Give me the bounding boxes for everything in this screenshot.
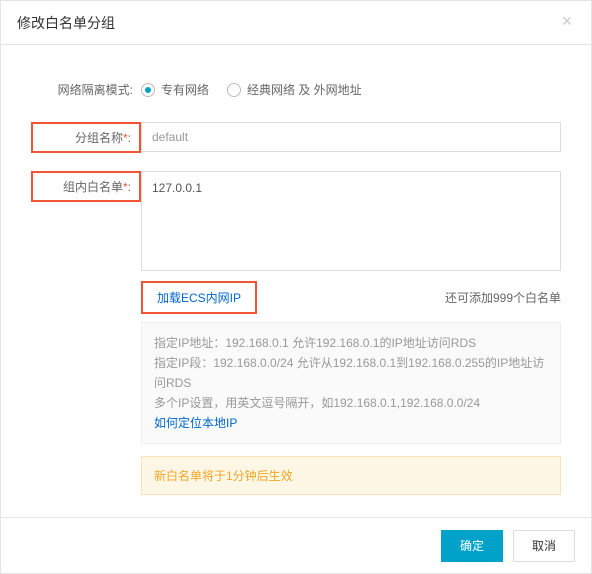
radio-icon <box>227 83 241 97</box>
tip-line-multi: 多个IP设置，用英文逗号隔开，如192.168.0.1,192.168.0.0/… <box>154 393 548 413</box>
radio-label: 经典网络 及 外网地址 <box>247 81 362 98</box>
ok-button[interactable]: 确定 <box>441 530 503 562</box>
close-icon[interactable]: × <box>557 11 577 31</box>
load-ecs-ip-highlight: 加载ECS内网IP <box>141 281 257 314</box>
load-ecs-ip-link[interactable]: 加载ECS内网IP <box>157 291 241 305</box>
tip-line-ip: 指定IP地址：192.168.0.1 允许192.168.0.1的IP地址访问R… <box>154 333 548 353</box>
row-group-name: 分组名称*: default <box>31 122 561 153</box>
group-name-input[interactable]: default <box>141 122 561 152</box>
dialog-title: 修改白名单分组 <box>17 13 115 33</box>
label-whitelist-text: 组内白名单 <box>63 180 123 194</box>
dialog-footer: 确定 取消 <box>1 517 591 573</box>
whitelist-warning: 新白名单将于1分钟后生效 <box>141 456 561 495</box>
control-whitelist: 127.0.0.1 加载ECS内网IP 还可添加999个白名单 指定IP地址：1… <box>141 171 561 495</box>
whitelist-dialog: 修改白名单分组 × 网络隔离模式: 专有网络 经典网络 及 外网地址 分组名称*… <box>0 0 592 574</box>
dialog-header: 修改白名单分组 × <box>1 1 591 45</box>
radio-icon <box>141 83 155 97</box>
locate-local-ip-link[interactable]: 如何定位本地IP <box>154 413 548 433</box>
radio-label: 专有网络 <box>161 81 209 98</box>
cancel-button[interactable]: 取消 <box>513 530 575 562</box>
label-group-name-text: 分组名称 <box>75 131 123 145</box>
whitelist-textarea[interactable]: 127.0.0.1 <box>141 171 561 271</box>
whitelist-link-row: 加载ECS内网IP 还可添加999个白名单 <box>141 281 561 314</box>
label-group-name: 分组名称*: <box>31 122 141 153</box>
required-mark: * <box>123 180 128 194</box>
row-network-mode: 网络隔离模式: 专有网络 经典网络 及 外网地址 <box>31 75 561 104</box>
dialog-body: 网络隔离模式: 专有网络 经典网络 及 外网地址 分组名称*: default <box>1 45 591 517</box>
radio-group-network-mode: 专有网络 经典网络 及 外网地址 <box>141 75 561 104</box>
radio-classic-network[interactable]: 经典网络 及 外网地址 <box>227 81 362 98</box>
required-mark: * <box>123 131 128 145</box>
row-whitelist: 组内白名单*: 127.0.0.1 加载ECS内网IP 还可添加999个白名单 … <box>31 171 561 495</box>
control-group-name: default <box>141 122 561 152</box>
label-whitelist: 组内白名单*: <box>31 171 141 202</box>
whitelist-remaining-text: 还可添加999个白名单 <box>445 289 561 306</box>
whitelist-tip-box: 指定IP地址：192.168.0.1 允许192.168.0.1的IP地址访问R… <box>141 322 561 444</box>
tip-line-cidr: 指定IP段：192.168.0.0/24 允许从192.168.0.1到192.… <box>154 353 548 393</box>
radio-private-network[interactable]: 专有网络 <box>141 81 209 98</box>
label-network-mode: 网络隔离模式: <box>31 75 141 104</box>
